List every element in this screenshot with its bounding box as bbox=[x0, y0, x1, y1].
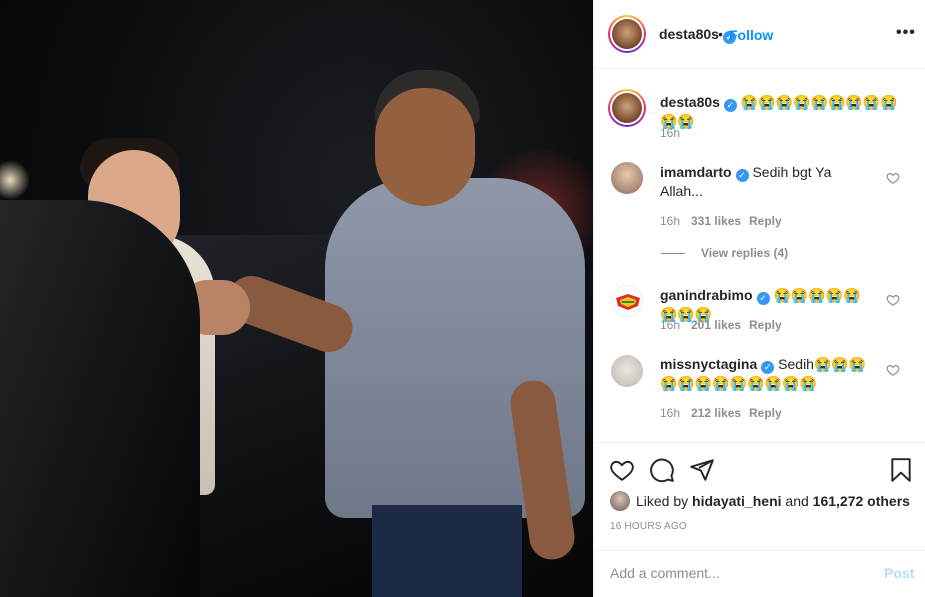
post-timestamp[interactable]: 16 HOURS AGO bbox=[610, 521, 687, 532]
liked-by-count[interactable]: 161,272 others bbox=[813, 493, 910, 509]
verified-badge-icon: ✓ bbox=[723, 99, 737, 112]
separator-dot: • bbox=[718, 26, 723, 42]
reply-button[interactable]: Reply bbox=[749, 406, 782, 420]
post-header: desta80s ✓ • Follow ••• bbox=[594, 0, 925, 69]
reply-button[interactable]: Reply bbox=[749, 318, 782, 332]
comment-item: missnyctagina ✓ Sedih😭😭😭😭😭😭😭😭😭😭😭😭 bbox=[660, 355, 875, 393]
comment-username[interactable]: imamdarto bbox=[660, 164, 732, 180]
comment-avatar[interactable] bbox=[611, 285, 643, 317]
author-username[interactable]: desta80s bbox=[659, 26, 719, 42]
comment-avatar[interactable] bbox=[611, 355, 643, 387]
comment-likes[interactable]: 201 likes bbox=[691, 318, 741, 332]
verified-badge-icon: ✓ bbox=[735, 169, 749, 182]
caption-time[interactable]: 16h bbox=[660, 126, 680, 140]
caption-username[interactable]: desta80s bbox=[660, 94, 720, 110]
caption-avatar[interactable] bbox=[608, 89, 646, 127]
view-replies-button[interactable]: View replies (4) bbox=[661, 246, 788, 260]
comment-item: imamdarto ✓ Sedih bgt Ya Allah... bbox=[660, 163, 870, 201]
comment-likes[interactable]: 212 likes bbox=[691, 406, 741, 420]
liked-by-prefix: Liked by bbox=[636, 493, 689, 509]
liked-by-and: and bbox=[785, 493, 809, 509]
share-icon[interactable] bbox=[689, 457, 715, 483]
caption: desta80s ✓ 😭😭😭😭😭😭😭😭😭😭😭 bbox=[660, 93, 900, 131]
post-actions: Liked by hidayati_heni and 161,272 other… bbox=[594, 442, 925, 550]
post-photo[interactable] bbox=[0, 0, 593, 597]
comment-time[interactable]: 16h bbox=[660, 406, 680, 420]
comment-avatar[interactable] bbox=[611, 162, 643, 194]
reply-button[interactable]: Reply bbox=[749, 214, 782, 228]
comment-username[interactable]: ganindrabimo bbox=[660, 287, 753, 303]
heart-icon[interactable] bbox=[886, 293, 900, 307]
power-rangers-logo-icon bbox=[616, 294, 640, 310]
verified-badge-icon: ✓ bbox=[756, 292, 770, 305]
photo-car-door bbox=[0, 200, 200, 597]
photo-person-right-head bbox=[375, 88, 475, 206]
comment-icon[interactable] bbox=[649, 457, 675, 483]
comment-input[interactable] bbox=[610, 565, 860, 581]
comment-likes[interactable]: 331 likes bbox=[691, 214, 741, 228]
author-username-row[interactable]: desta80s ✓ bbox=[659, 26, 736, 44]
post-comment-button[interactable]: Post bbox=[884, 565, 914, 581]
verified-badge-icon: ✓ bbox=[761, 361, 775, 374]
follow-button[interactable]: Follow bbox=[729, 27, 773, 43]
liked-by: Liked by hidayati_heni and 161,272 other… bbox=[610, 491, 910, 511]
comment-username[interactable]: missnyctagina bbox=[660, 356, 757, 372]
comment-bar: Post bbox=[594, 550, 925, 597]
bookmark-icon[interactable] bbox=[888, 457, 914, 483]
comment-time[interactable]: 16h bbox=[660, 214, 680, 228]
heart-icon[interactable] bbox=[886, 363, 900, 377]
heart-icon[interactable] bbox=[609, 457, 635, 483]
photo-person-right-legs bbox=[372, 505, 522, 597]
post-sidebar: desta80s ✓ • Follow ••• desta80s ✓ 😭😭😭😭😭😭😭… bbox=[593, 0, 925, 597]
more-options-icon[interactable]: ••• bbox=[896, 24, 916, 42]
liker-avatar[interactable] bbox=[610, 491, 630, 511]
author-avatar[interactable] bbox=[608, 15, 646, 53]
liked-by-user[interactable]: hidayati_heni bbox=[692, 493, 781, 509]
comment-time[interactable]: 16h bbox=[660, 318, 680, 332]
photo-light-white bbox=[0, 160, 30, 200]
heart-icon[interactable] bbox=[886, 171, 900, 185]
